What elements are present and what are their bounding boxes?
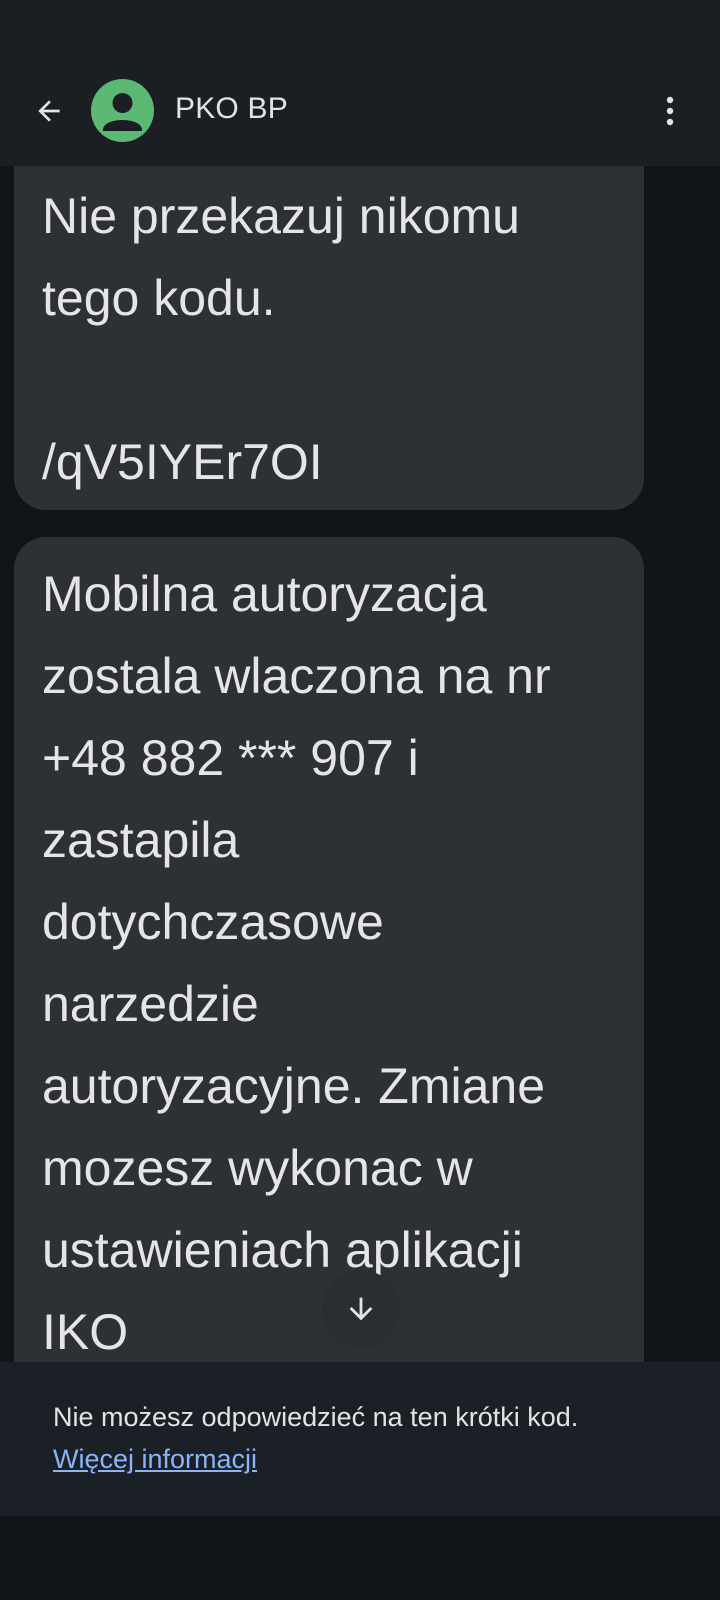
app-bar: PKO BP <box>0 60 720 166</box>
scroll-to-bottom-button[interactable] <box>322 1270 400 1348</box>
arrow-left-icon <box>38 100 60 122</box>
more-info-link[interactable]: Więcej informacji <box>53 1444 257 1475</box>
back-button[interactable] <box>26 88 72 134</box>
message-list[interactable]: Nie przekazuj nikomu tego kodu. /qV5IYEr… <box>0 166 720 1362</box>
more-options-button[interactable] <box>650 88 690 134</box>
navigation-bar <box>0 1516 720 1600</box>
more-vert-icon <box>666 96 674 126</box>
notice-text: Nie możesz odpowiedzieć na ten krótki ko… <box>53 1402 579 1432</box>
screen: PKO BP Nie przekazuj nikomu tego kodu. /… <box>0 0 720 1600</box>
arrow-down-icon <box>349 1297 373 1321</box>
reply-disabled-notice: Nie możesz odpowiedzieć na ten krótki ko… <box>0 1362 720 1516</box>
status-bar <box>0 0 720 60</box>
message-text: Mobilna autoryzacja zostala wlaczona na … <box>42 566 551 1360</box>
contact-name[interactable]: PKO BP <box>175 92 288 126</box>
person-icon <box>103 93 142 131</box>
message-text: Nie przekazuj nikomu tego kodu. /qV5IYEr… <box>42 188 520 490</box>
contact-avatar[interactable] <box>91 79 154 142</box>
message-bubble[interactable]: Mobilna autoryzacja zostala wlaczona na … <box>14 537 644 1362</box>
message-bubble[interactable]: Nie przekazuj nikomu tego kodu. /qV5IYEr… <box>14 166 644 510</box>
